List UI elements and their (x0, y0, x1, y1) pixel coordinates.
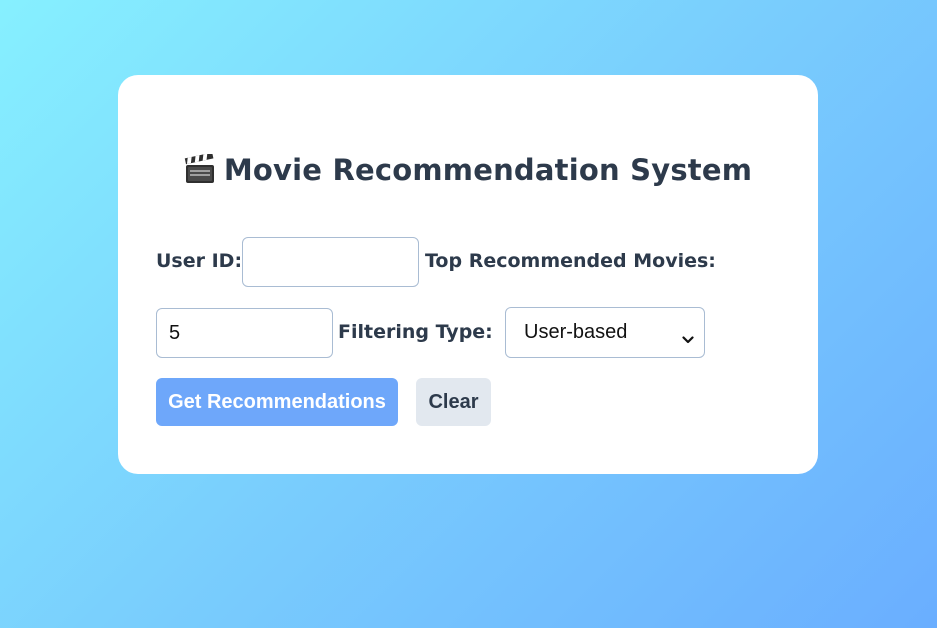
clapper-board-icon (184, 152, 216, 191)
user-id-input[interactable] (242, 237, 419, 287)
filtering-type-select[interactable]: User-based (505, 307, 705, 358)
filtering-type-selected-value: User-based (524, 321, 628, 343)
top-recommended-movies-label: Top Recommended Movies: (425, 250, 716, 272)
recommendation-card: Movie Recommendation System User ID: Top… (118, 75, 818, 474)
top-recommended-movies-input[interactable] (156, 308, 333, 358)
clear-button[interactable]: Clear (416, 378, 491, 426)
filtering-type-label: Filtering Type: (338, 321, 493, 343)
chevron-down-icon (682, 328, 694, 351)
user-id-label: User ID: (156, 250, 243, 272)
page-title: Movie Recommendation System (118, 152, 818, 191)
page-title-text: Movie Recommendation System (223, 153, 753, 187)
get-recommendations-button[interactable]: Get Recommendations (156, 378, 398, 426)
